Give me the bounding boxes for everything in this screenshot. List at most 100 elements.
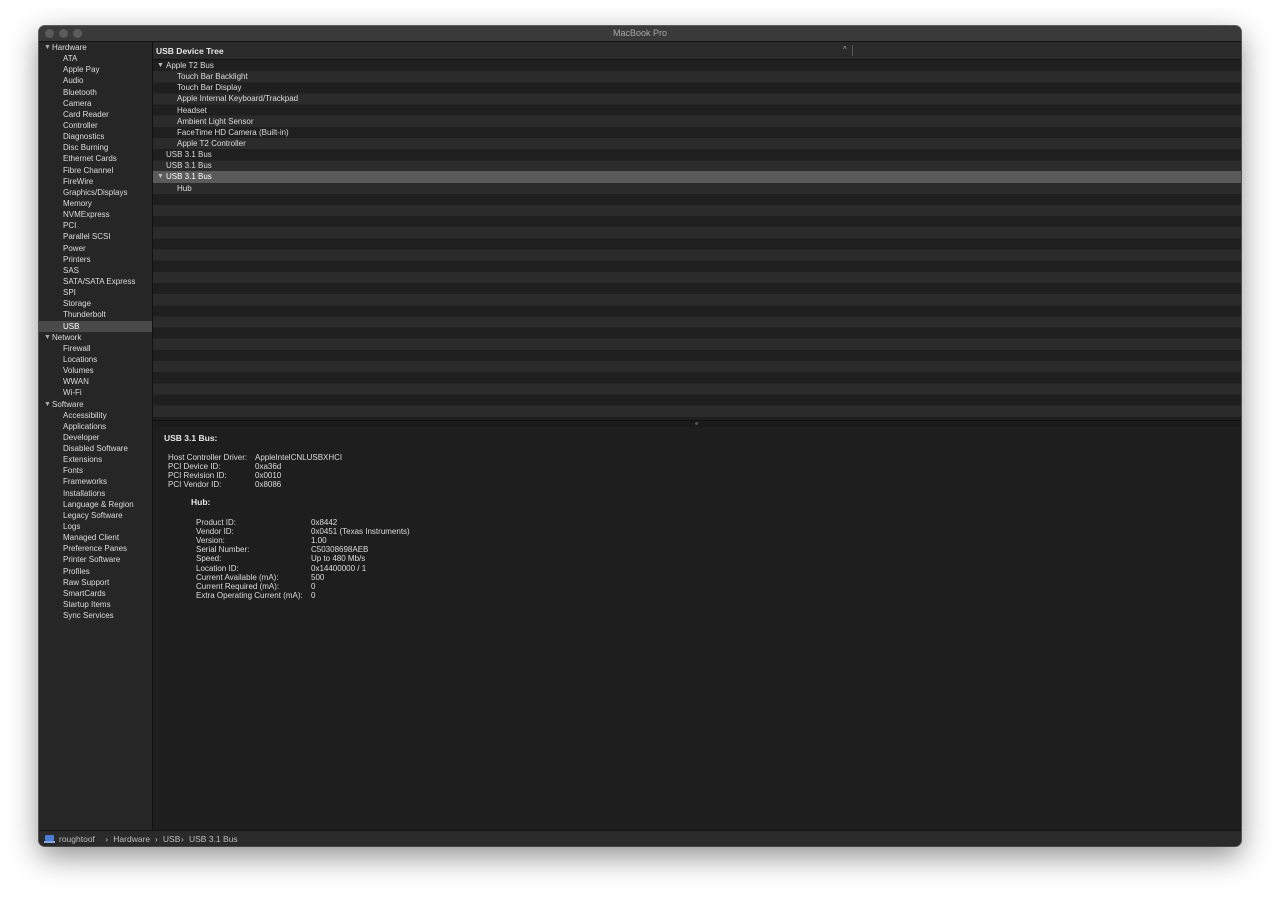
sidebar-item-graphics-displays[interactable]: Graphics/Displays — [39, 187, 152, 198]
property-value: 0x0451 (Texas Instruments) — [311, 527, 410, 537]
sidebar-item-wwan[interactable]: WWAN — [39, 376, 152, 387]
sidebar-item-raw-support[interactable]: Raw Support — [39, 577, 152, 588]
property-key: Extra Operating Current (mA): — [196, 590, 303, 600]
sidebar-group-network[interactable]: ▼ Network — [39, 332, 152, 343]
app-window: MacBook Pro ▼ Hardware ATA Apple Pay Audio Bl… — [39, 26, 1241, 846]
tree-row[interactable]: FaceTime HD Camera (Built-in) — [153, 127, 1241, 138]
sidebar-item-nvmexpress[interactable]: NVMExpress — [39, 209, 152, 220]
property-key: Location ID: — [196, 563, 239, 573]
sidebar-item-thunderbolt[interactable]: Thunderbolt — [39, 309, 152, 320]
sidebar-item-bluetooth[interactable]: Bluetooth — [39, 87, 152, 98]
sidebar-item-usb[interactable]: USB — [39, 320, 152, 332]
sidebar-item-firewire[interactable]: FireWire — [39, 176, 152, 187]
tree-row[interactable]: USB 3.1 Bus — [153, 149, 1241, 160]
breadcrumb-usb[interactable]: USB — [163, 834, 180, 844]
tree-row[interactable]: Touch Bar Display — [153, 82, 1241, 93]
breadcrumb-roughtoof[interactable]: roughtoof — [59, 834, 95, 844]
tree-row[interactable]: Ambient Light Sensor — [153, 116, 1241, 127]
property-key: Serial Number: — [196, 545, 250, 555]
tree-row[interactable]: Hub — [153, 183, 1241, 194]
breadcrumb-hardware[interactable]: Hardware — [113, 834, 150, 844]
sidebar-item-camera[interactable]: Camera — [39, 98, 152, 109]
sidebar-item-volumes[interactable]: Volumes — [39, 365, 152, 376]
disclosure-triangle-icon[interactable]: ▼ — [157, 171, 164, 182]
sidebar-item-spi[interactable]: SPI — [39, 287, 152, 298]
tree-row-label: Hub — [177, 183, 192, 193]
property-value: Up to 480 Mb/s — [311, 554, 366, 564]
property-value: 0 — [311, 590, 316, 600]
splitter-handle-icon[interactable] — [695, 422, 698, 425]
property-value: 0xa36d — [255, 462, 282, 472]
property-value: 0x14400000 / 1 — [311, 563, 367, 573]
sidebar-item-logs[interactable]: Logs — [39, 521, 152, 532]
property-value: 0x0010 — [255, 471, 282, 481]
disclosure-triangle-icon[interactable]: ▼ — [157, 60, 164, 71]
sidebar-item-sas[interactable]: SAS — [39, 265, 152, 276]
sidebar-item-diagnostics[interactable]: Diagnostics — [39, 131, 152, 142]
tree-row[interactable]: ▼ Apple T2 Bus — [153, 60, 1241, 71]
window-title: MacBook Pro — [612, 28, 668, 38]
sidebar-item-frameworks[interactable]: Frameworks — [39, 476, 152, 487]
sidebar-item-language-region[interactable]: Language & Region — [39, 499, 152, 510]
column-divider[interactable] — [852, 45, 853, 56]
sidebar-item-storage[interactable]: Storage — [39, 298, 152, 309]
sidebar-item-legacy-software[interactable]: Legacy Software — [39, 510, 152, 521]
sidebar-item-memory[interactable]: Memory — [39, 198, 152, 209]
sidebar-item-printer-software[interactable]: Printer Software — [39, 554, 152, 565]
tree-row[interactable]: Apple Internal Keyboard/Trackpad — [153, 93, 1241, 104]
tree-row[interactable]: Apple T2 Controller — [153, 138, 1241, 149]
tree-row[interactable]: ▼ USB 3.1 Bus — [153, 171, 1241, 183]
sidebar-item-sync-services[interactable]: Sync Services — [39, 610, 152, 621]
sidebar-item-audio[interactable]: Audio — [39, 75, 152, 86]
tree-row-label: USB 3.1 Bus — [166, 172, 212, 182]
sidebar-item-printers[interactable]: Printers — [39, 254, 152, 265]
sidebar-item-sata-sata-express[interactable]: SATA/SATA Express — [39, 276, 152, 287]
disclosure-triangle-icon[interactable]: ▼ — [44, 399, 51, 410]
sidebar-item-smartcards[interactable]: SmartCards — [39, 588, 152, 599]
hub-title: Hub: — [191, 497, 211, 507]
sidebar-group-hardware[interactable]: ▼ Hardware — [39, 42, 152, 53]
sidebar-group-label: Software — [52, 399, 84, 409]
sidebar-item-pci[interactable]: PCI — [39, 220, 152, 231]
tree-row-label: Touch Bar Backlight — [177, 72, 248, 82]
property-key: Current Available (mA): — [196, 572, 279, 582]
tree-header-label: USB Device Tree — [156, 46, 224, 56]
sidebar-item-ata[interactable]: ATA — [39, 53, 152, 64]
sidebar-item-ethernet-cards[interactable]: Ethernet Cards — [39, 153, 152, 164]
sidebar-item-developer[interactable]: Developer — [39, 432, 152, 443]
tree-column-header[interactable]: USB Device Tree ^ — [153, 42, 1241, 60]
sidebar-item-card-reader[interactable]: Card Reader — [39, 109, 152, 120]
sidebar-item-managed-client[interactable]: Managed Client — [39, 532, 152, 543]
tree-row-label: FaceTime HD Camera (Built-in) — [177, 127, 289, 137]
disclosure-triangle-icon[interactable]: ▼ — [44, 42, 51, 53]
detail-pane: USB 3.1 Bus: Hub: Host Controller Driver… — [153, 427, 1241, 830]
sidebar-item-profiles[interactable]: Profiles — [39, 566, 152, 577]
property-key: Vendor ID: — [196, 527, 234, 537]
sidebar-item-power[interactable]: Power — [39, 243, 152, 254]
sidebar-item-wi-fi[interactable]: Wi-Fi — [39, 387, 152, 398]
sidebar-group-software[interactable]: ▼ Software — [39, 399, 152, 410]
sidebar-item-controller[interactable]: Controller — [39, 120, 152, 131]
sidebar-item-startup-items[interactable]: Startup Items — [39, 599, 152, 610]
sidebar-item-installations[interactable]: Installations — [39, 488, 152, 499]
path-bar: roughtoof › Hardware › USB › USB 3.1 Bus — [39, 830, 1241, 846]
sidebar-item-preference-panes[interactable]: Preference Panes — [39, 543, 152, 554]
sidebar-item-disc-burning[interactable]: Disc Burning — [39, 142, 152, 153]
tree-row-label: USB 3.1 Bus — [166, 150, 212, 160]
sidebar-item-locations[interactable]: Locations — [39, 354, 152, 365]
sidebar-item-fibre-channel[interactable]: Fibre Channel — [39, 165, 152, 176]
sidebar-item-applications[interactable]: Applications — [39, 421, 152, 432]
sort-caret-icon[interactable]: ^ — [843, 45, 847, 54]
disclosure-triangle-icon[interactable]: ▼ — [44, 332, 51, 343]
sidebar-item-accessibility[interactable]: Accessibility — [39, 410, 152, 421]
sidebar-item-extensions[interactable]: Extensions — [39, 454, 152, 465]
tree-row[interactable]: Touch Bar Backlight — [153, 71, 1241, 82]
tree-row[interactable]: USB 3.1 Bus — [153, 160, 1241, 171]
sidebar-item-parallel-scsi[interactable]: Parallel SCSI — [39, 231, 152, 242]
breadcrumb-usb-3-1-bus[interactable]: USB 3.1 Bus — [189, 834, 238, 844]
sidebar-item-disabled-software[interactable]: Disabled Software — [39, 443, 152, 454]
tree-row[interactable]: Headset — [153, 105, 1241, 116]
sidebar-item-firewall[interactable]: Firewall — [39, 343, 152, 354]
sidebar-item-apple-pay[interactable]: Apple Pay — [39, 64, 152, 75]
sidebar-item-fonts[interactable]: Fonts — [39, 465, 152, 476]
